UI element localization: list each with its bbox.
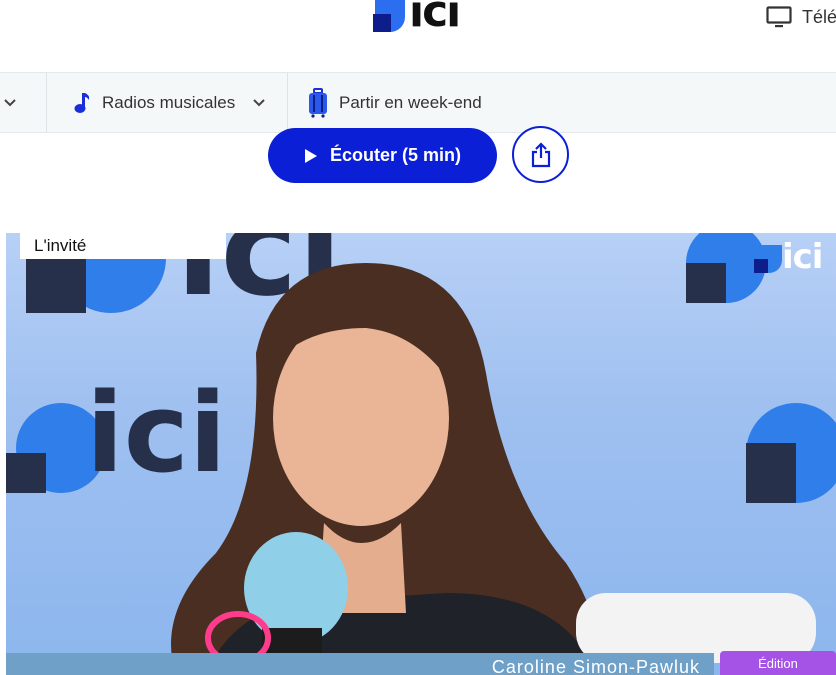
nav-divider [46, 73, 47, 133]
category-nav: Radios musicales Partir en week-end [0, 72, 836, 133]
invite-badge-label: L'invité [34, 236, 87, 255]
nav-item-partir-en-week-end[interactable]: Partir en week-end [307, 73, 482, 133]
nav-divider [287, 73, 288, 133]
suitcase-icon [309, 88, 327, 118]
listen-button[interactable]: Écouter (5 min) [268, 128, 497, 183]
music-note-icon [74, 93, 90, 113]
ici-logo[interactable]: ici [371, 0, 471, 36]
logo-text: ici [409, 0, 461, 37]
chevron-down-icon [253, 99, 265, 107]
corner-logo: ici [754, 237, 828, 277]
guest-image [171, 263, 816, 675]
site-header: ici Télé [0, 0, 836, 72]
tv-link[interactable]: Télé [766, 6, 836, 28]
share-icon [531, 141, 550, 167]
corner-logo-text: ici [782, 237, 823, 277]
tv-icon [766, 6, 792, 28]
invite-badge: L'invité [20, 233, 226, 259]
share-button[interactable] [512, 126, 569, 183]
video-player[interactable]: ici ici L'invité ici Caroline Simon-Pawl… [6, 233, 836, 675]
chevron-down-icon [4, 99, 16, 107]
nav-label: Partir en week-end [339, 93, 482, 112]
nav-item-radios-musicales[interactable]: Radios musicales [72, 73, 267, 133]
edition-badge: Édition [720, 651, 836, 675]
tv-label: Télé [802, 6, 836, 27]
nav-item-previous[interactable] [0, 73, 18, 133]
play-icon [304, 148, 317, 163]
guest-name-strip: Caroline Simon-Pawluk [6, 653, 714, 675]
listen-button-label: Écouter (5 min) [329, 145, 462, 165]
guest-name: Caroline Simon-Pawluk [491, 657, 700, 675]
edition-label: Édition [758, 655, 798, 671]
nav-label: Radios musicales [102, 93, 236, 112]
logo-mark-square [373, 14, 391, 32]
